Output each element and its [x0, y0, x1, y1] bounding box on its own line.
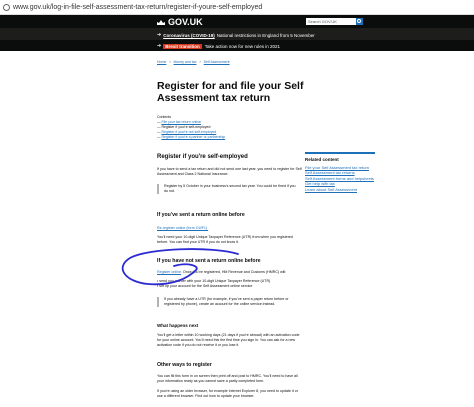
- related-heading: Related content: [305, 157, 339, 162]
- contents-list: Contents — File your tax return online —…: [157, 115, 226, 139]
- arrow-right-icon: ➔: [157, 32, 162, 38]
- list-item: • set up your account for the Self Asses…: [157, 284, 253, 288]
- globe-icon: [3, 3, 10, 11]
- address-bar[interactable]: www.gov.uk/log-in-file-self-assessment-t…: [0, 0, 474, 15]
- breadcrumb: Home › Money and tax › Self Assessment: [157, 60, 230, 64]
- breadcrumb-self-assessment[interactable]: Self Assessment: [204, 60, 230, 64]
- govuk-logo[interactable]: GOV.UK: [156, 17, 203, 27]
- self-employed-text: If you have to send a tax return and did…: [157, 167, 302, 176]
- arrow-right-icon: ➔: [157, 43, 162, 49]
- contents-item-self-employed: Register if you're self-employed: [161, 125, 211, 129]
- covid-link[interactable]: Coronavirus (COVID-19): [163, 33, 215, 38]
- govuk-header: GOV.UK Search GOV.UK: [0, 15, 474, 28]
- related-content: Related content File your Self Assessmen…: [305, 152, 375, 192]
- crown-icon: [157, 19, 165, 25]
- self-employed-inset: Register by 5 October in your business's…: [157, 184, 297, 194]
- logo-text: GOV.UK: [168, 17, 203, 27]
- brexit-text: Take action now for new rules in 2021: [204, 43, 281, 49]
- what-next-text: You'll get a letter within 10 working da…: [157, 333, 300, 347]
- not-sent-text-rest: . Once you've registered, HM Revenue and…: [180, 270, 287, 274]
- not-sent-text: Register online. Once you've registered,…: [157, 270, 302, 275]
- brexit-tag[interactable]: Brexit transition: [163, 43, 202, 49]
- reregister-link[interactable]: Re-register online (form CWF1).: [157, 226, 302, 231]
- other-ways-text-2: If you're using an older browser, for ex…: [157, 389, 298, 398]
- covid-banner: ➔ Coronavirus (COVID-19) National restri…: [0, 28, 474, 40]
- related-link[interactable]: Learn about Self Assessment: [305, 187, 375, 193]
- what-next-heading: What happens next: [157, 323, 199, 328]
- self-employed-heading: Register if you're self-employed: [157, 154, 248, 160]
- url-text[interactable]: www.gov.uk/log-in-file-self-assessment-t…: [13, 4, 262, 11]
- other-ways-heading: Other ways to register: [157, 362, 212, 368]
- search-button[interactable]: [356, 18, 363, 25]
- search-input[interactable]: Search GOV.UK: [306, 18, 356, 25]
- brexit-banner: ➔ Brexit transition Take action now for …: [0, 40, 474, 51]
- contents-item-not-self-employed[interactable]: Register if you're not self-employed: [161, 130, 216, 134]
- not-sent-inset: If you already have a UTR (for example, …: [157, 297, 297, 307]
- breadcrumb-separator: ›: [199, 60, 201, 64]
- covid-text: National restrictions in England from 5 …: [216, 32, 315, 38]
- sent-before-heading: If you've sent a return online before: [157, 212, 245, 218]
- page-title: Register for and file your Self Assessme…: [157, 80, 304, 104]
- sent-before-text: You'll need your 10-digit Unique Taxpaye…: [157, 235, 293, 244]
- breadcrumb-money-tax[interactable]: Money and tax: [174, 60, 197, 64]
- contents-item-file-online[interactable]: File your tax return online: [161, 120, 201, 124]
- search-icon: [357, 19, 361, 23]
- not-sent-heading: If you have not sent a return online bef…: [157, 258, 261, 264]
- breadcrumb-home[interactable]: Home: [157, 60, 166, 64]
- contents-item-partner[interactable]: Register if you're a partner or partners…: [161, 135, 225, 139]
- other-ways-text: You can fill this form in on screen then…: [157, 374, 298, 383]
- breadcrumb-separator: ›: [169, 60, 171, 64]
- register-online-link[interactable]: Register online: [157, 270, 181, 274]
- not-sent-bullets: • send you a letter with your 10-digit U…: [157, 279, 302, 289]
